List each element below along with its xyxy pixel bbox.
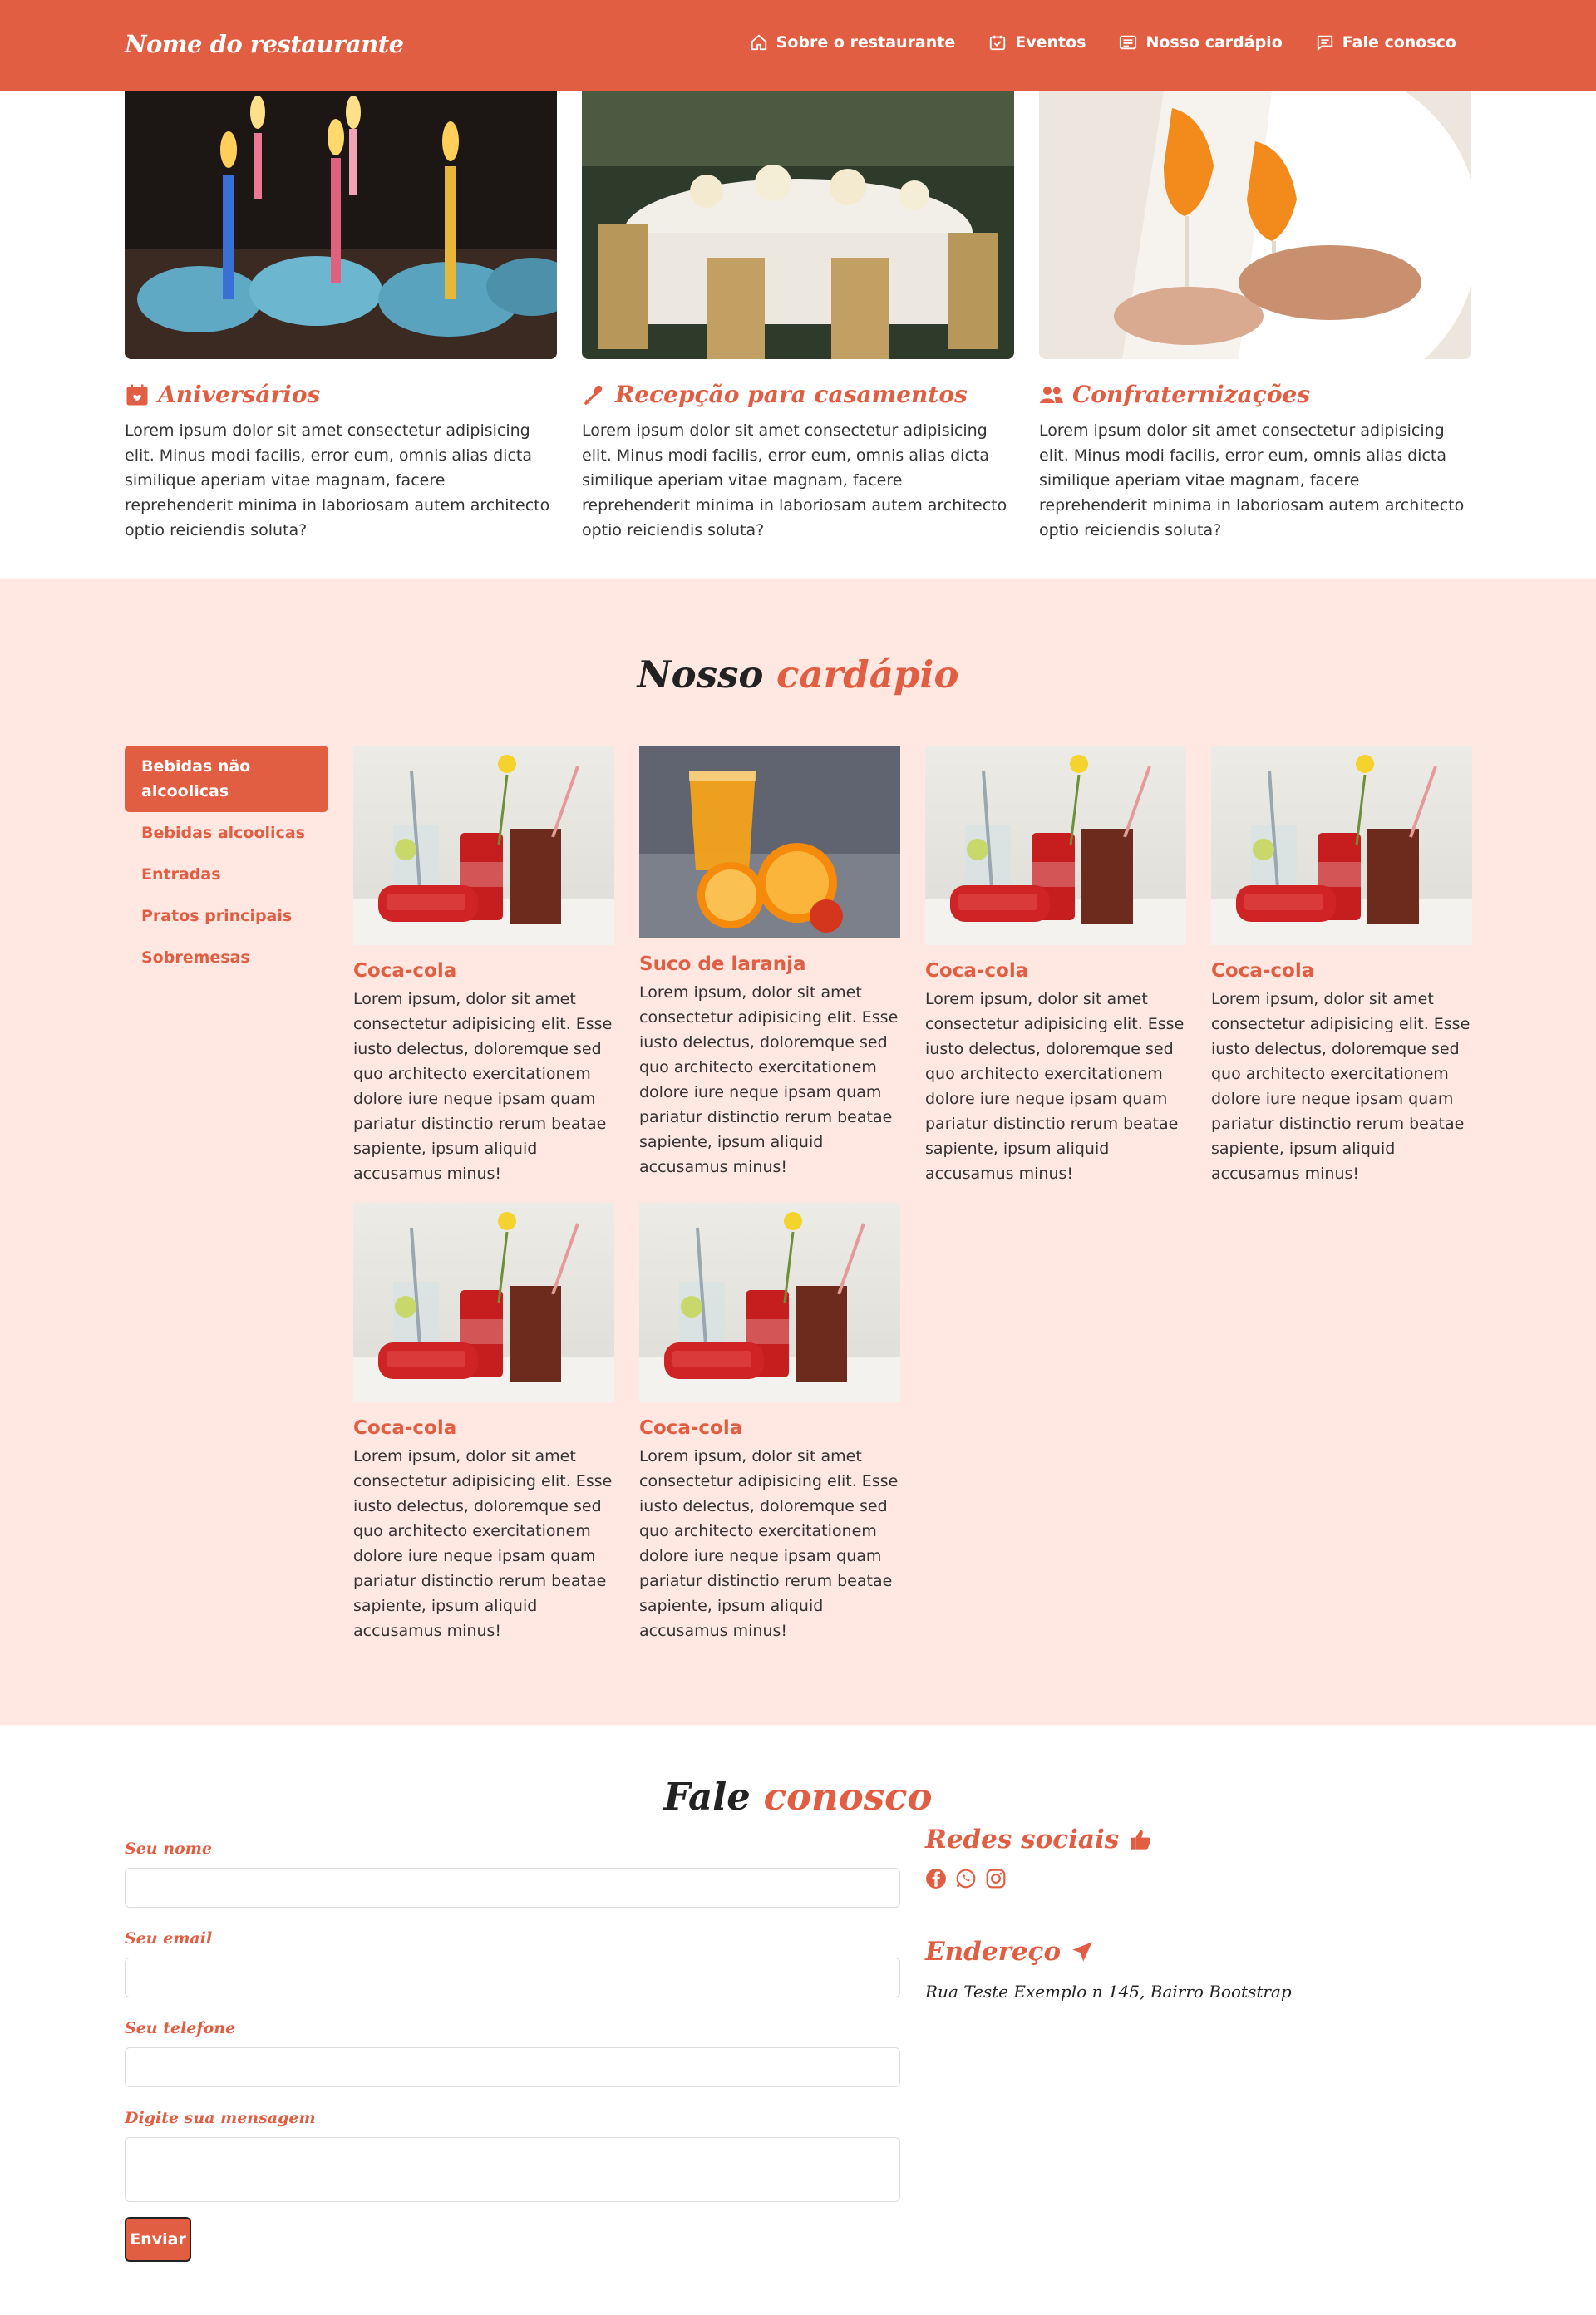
event-image-party xyxy=(1039,91,1471,359)
menu-item-card: Coca-cola Lorem ipsum, dolor sit amet co… xyxy=(639,1203,900,1643)
menu-item-description: Lorem ipsum, dolor sit amet consectetur … xyxy=(1211,990,1470,1183)
menu-item-card: Coca-cola Lorem ipsum, dolor sit amet co… xyxy=(1211,746,1472,1186)
menu-item-name: Coca-cola xyxy=(353,960,457,982)
event-image-birthday xyxy=(125,91,557,359)
menu-item-image xyxy=(353,746,614,945)
nav-link-label: Eventos xyxy=(1015,33,1086,52)
menu-items-grid: Coca-cola Lorem ipsum, dolor sit amet co… xyxy=(353,746,1472,1643)
contact-title-main: Fale xyxy=(663,1775,751,1819)
email-label: Seu email xyxy=(125,1929,213,1948)
menu-title-accent: cardápio xyxy=(776,653,959,697)
menu-item-description: Lorem ipsum, dolor sit amet consectetur … xyxy=(639,1447,899,1640)
name-label: Seu nome xyxy=(125,1840,212,1858)
event-title: Confraternizações xyxy=(1039,381,1471,408)
menu-item-image xyxy=(639,1203,900,1402)
menu-item-card: Suco de laranja Lorem ipsum, dolor sit a… xyxy=(639,746,900,1186)
menu-item-description: Lorem ipsum, dolor sit amet consectetur … xyxy=(353,990,613,1183)
menu-item-image xyxy=(353,1203,614,1402)
menu-item-name: Coca-cola xyxy=(639,1417,743,1439)
phone-label: Seu telefone xyxy=(125,2019,236,2037)
menu-item-description: Lorem ipsum, dolor sit amet consectetur … xyxy=(353,1447,613,1640)
social-icons xyxy=(925,1868,1341,1889)
menu-section-title: Nosso cardápio xyxy=(0,653,1596,697)
menu-item-name: Suco de laranja xyxy=(639,953,806,975)
nav-link-menu[interactable]: Nosso cardápio xyxy=(1119,33,1283,52)
hearts-arrow-icon xyxy=(584,385,603,405)
brand-logo[interactable]: Nome do restaurante xyxy=(125,30,404,58)
menu-category-alcoholic[interactable]: Bebidas alcoolicas xyxy=(125,812,328,854)
nav-link-label: Fale conosco xyxy=(1342,33,1456,52)
event-card-birthday: Aniversários Lorem ipsum dolor sit amet … xyxy=(125,91,557,578)
calendar-check-icon xyxy=(990,35,1006,51)
message-textarea[interactable] xyxy=(125,2137,900,2202)
address-heading: Endereço xyxy=(925,1937,1424,1967)
nav-link-events[interactable]: Eventos xyxy=(988,33,1086,52)
event-title: Recepção para casamentos xyxy=(582,381,1014,408)
send-arrow-icon xyxy=(1072,1942,1092,1962)
event-card-wedding: Recepção para casamentos Lorem ipsum dol… xyxy=(582,91,1014,578)
social-heading-text: Redes sociais xyxy=(925,1825,1120,1854)
event-title-text: Confraternizações xyxy=(1072,381,1311,408)
menu-item-card: Coca-cola Lorem ipsum, dolor sit amet co… xyxy=(925,746,1186,1186)
menu-item-image xyxy=(639,746,900,938)
menu-category-mains[interactable]: Pratos principais xyxy=(125,895,328,937)
address-text: Rua Teste Exemplo n 145, Bairro Bootstra… xyxy=(925,1982,1292,2002)
event-description: Lorem ipsum dolor sit amet consectetur a… xyxy=(125,421,550,539)
menu-item-card: Coca-cola Lorem ipsum, dolor sit amet co… xyxy=(353,1203,614,1643)
instagram-icon[interactable] xyxy=(985,1868,1007,1889)
name-field[interactable] xyxy=(125,1868,900,1908)
nav-link-contact[interactable]: Fale conosco xyxy=(1316,33,1456,52)
submit-button[interactable]: Enviar xyxy=(125,2217,191,2262)
menu-item-name: Coca-cola xyxy=(1211,960,1315,982)
social-block: Redes sociais xyxy=(925,1825,1341,1889)
event-description: Lorem ipsum dolor sit amet consectetur a… xyxy=(582,421,1007,539)
people-icon xyxy=(1040,386,1063,403)
menu-item-image xyxy=(925,746,1186,945)
email-field[interactable] xyxy=(125,1958,900,1997)
menu-category-nonalcoholic[interactable]: Bebidas não alcoolicas xyxy=(125,746,328,812)
menu-category-nav: Bebidas não alcoolicas Bebidas alcoolica… xyxy=(125,746,328,978)
menu-category-desserts[interactable]: Sobremesas xyxy=(125,937,328,978)
calendar-heart-icon xyxy=(126,384,148,405)
chat-icon xyxy=(1317,35,1332,52)
event-image-wedding xyxy=(582,91,1014,359)
message-label: Digite sua mensagem xyxy=(125,2109,316,2127)
nav-link-about[interactable]: Sobre o restaurante xyxy=(750,33,956,52)
event-description: Lorem ipsum dolor sit amet consectetur a… xyxy=(1039,421,1465,539)
menu-category-starters[interactable]: Entradas xyxy=(125,854,328,895)
menu-item-description: Lorem ipsum, dolor sit amet consectetur … xyxy=(925,990,1185,1183)
contact-section: Fale conosco Seu nome Seu email Seu tele… xyxy=(0,1725,1596,2315)
phone-field[interactable] xyxy=(125,2047,900,2087)
contact-title-accent: conosco xyxy=(763,1775,933,1819)
nav-link-label: Sobre o restaurante xyxy=(776,33,956,52)
whatsapp-icon[interactable] xyxy=(955,1868,977,1889)
menu-title-main: Nosso xyxy=(637,653,764,697)
menu-section: Nosso cardápio Bebidas não alcoolicas Be… xyxy=(0,579,1596,1725)
menu-item-image xyxy=(1211,746,1472,945)
events-section: Aniversários Lorem ipsum dolor sit amet … xyxy=(125,91,1471,578)
menu-item-name: Coca-cola xyxy=(925,960,1029,982)
address-block: Endereço Rua Teste Exemplo n 145, Bairro… xyxy=(925,1937,1424,2002)
menu-item-name: Coca-cola xyxy=(353,1417,457,1439)
event-title-text: Recepção para casamentos xyxy=(615,381,968,408)
navbar: Nome do restaurante Sobre o restaurante … xyxy=(0,0,1596,91)
nav-link-label: Nosso cardápio xyxy=(1145,33,1283,52)
menu-item-card: Coca-cola Lorem ipsum, dolor sit amet co… xyxy=(353,746,614,1186)
social-heading: Redes sociais xyxy=(925,1825,1341,1854)
facebook-icon[interactable] xyxy=(925,1868,947,1889)
event-card-party: Confraternizações Lorem ipsum dolor sit … xyxy=(1039,91,1471,578)
address-heading-text: Endereço xyxy=(925,1937,1062,1967)
card-text-icon xyxy=(1120,35,1137,50)
event-title: Aniversários xyxy=(125,381,557,408)
house-icon xyxy=(751,34,766,51)
nav-links: Sobre o restaurante Eventos Nosso cardáp… xyxy=(750,33,1456,52)
event-title-text: Aniversários xyxy=(158,381,321,408)
thumbs-up-icon xyxy=(1130,1830,1151,1850)
contact-section-title: Fale conosco xyxy=(0,1775,1596,1819)
menu-item-description: Lorem ipsum, dolor sit amet consectetur … xyxy=(639,983,899,1176)
contact-form: Seu nome Seu email Seu telefone Digite s… xyxy=(125,1840,900,2262)
